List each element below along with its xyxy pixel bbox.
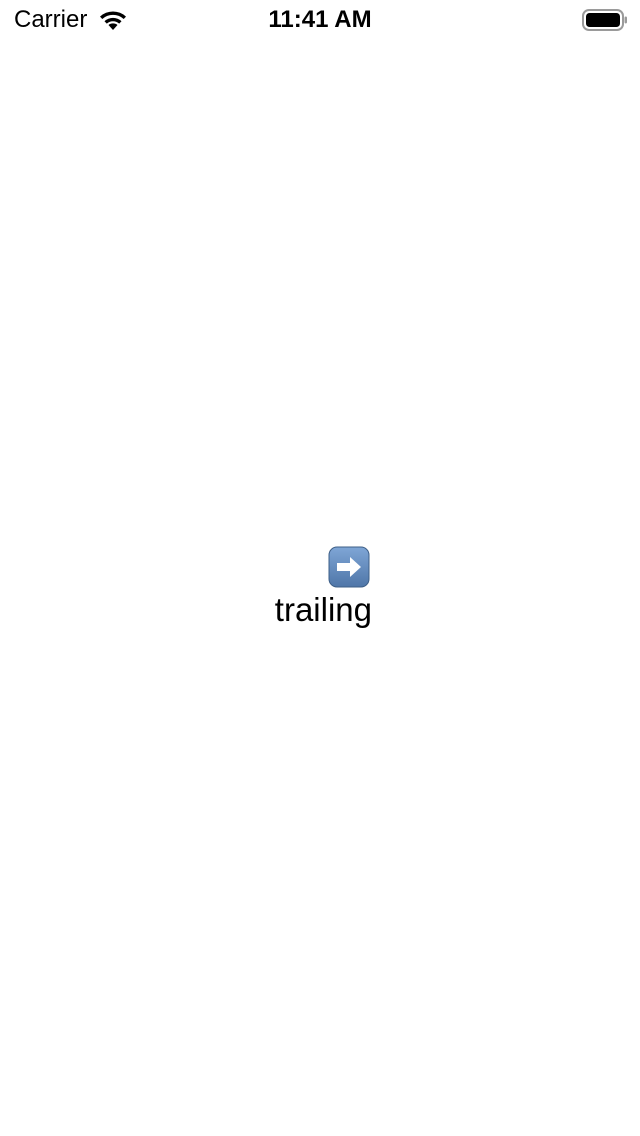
- trailing-label: trailing: [274, 591, 372, 628]
- trailing-stack: trailing: [268, 546, 372, 630]
- right-arrow-icon: [328, 546, 370, 588]
- main-content: trailing: [0, 0, 640, 1136]
